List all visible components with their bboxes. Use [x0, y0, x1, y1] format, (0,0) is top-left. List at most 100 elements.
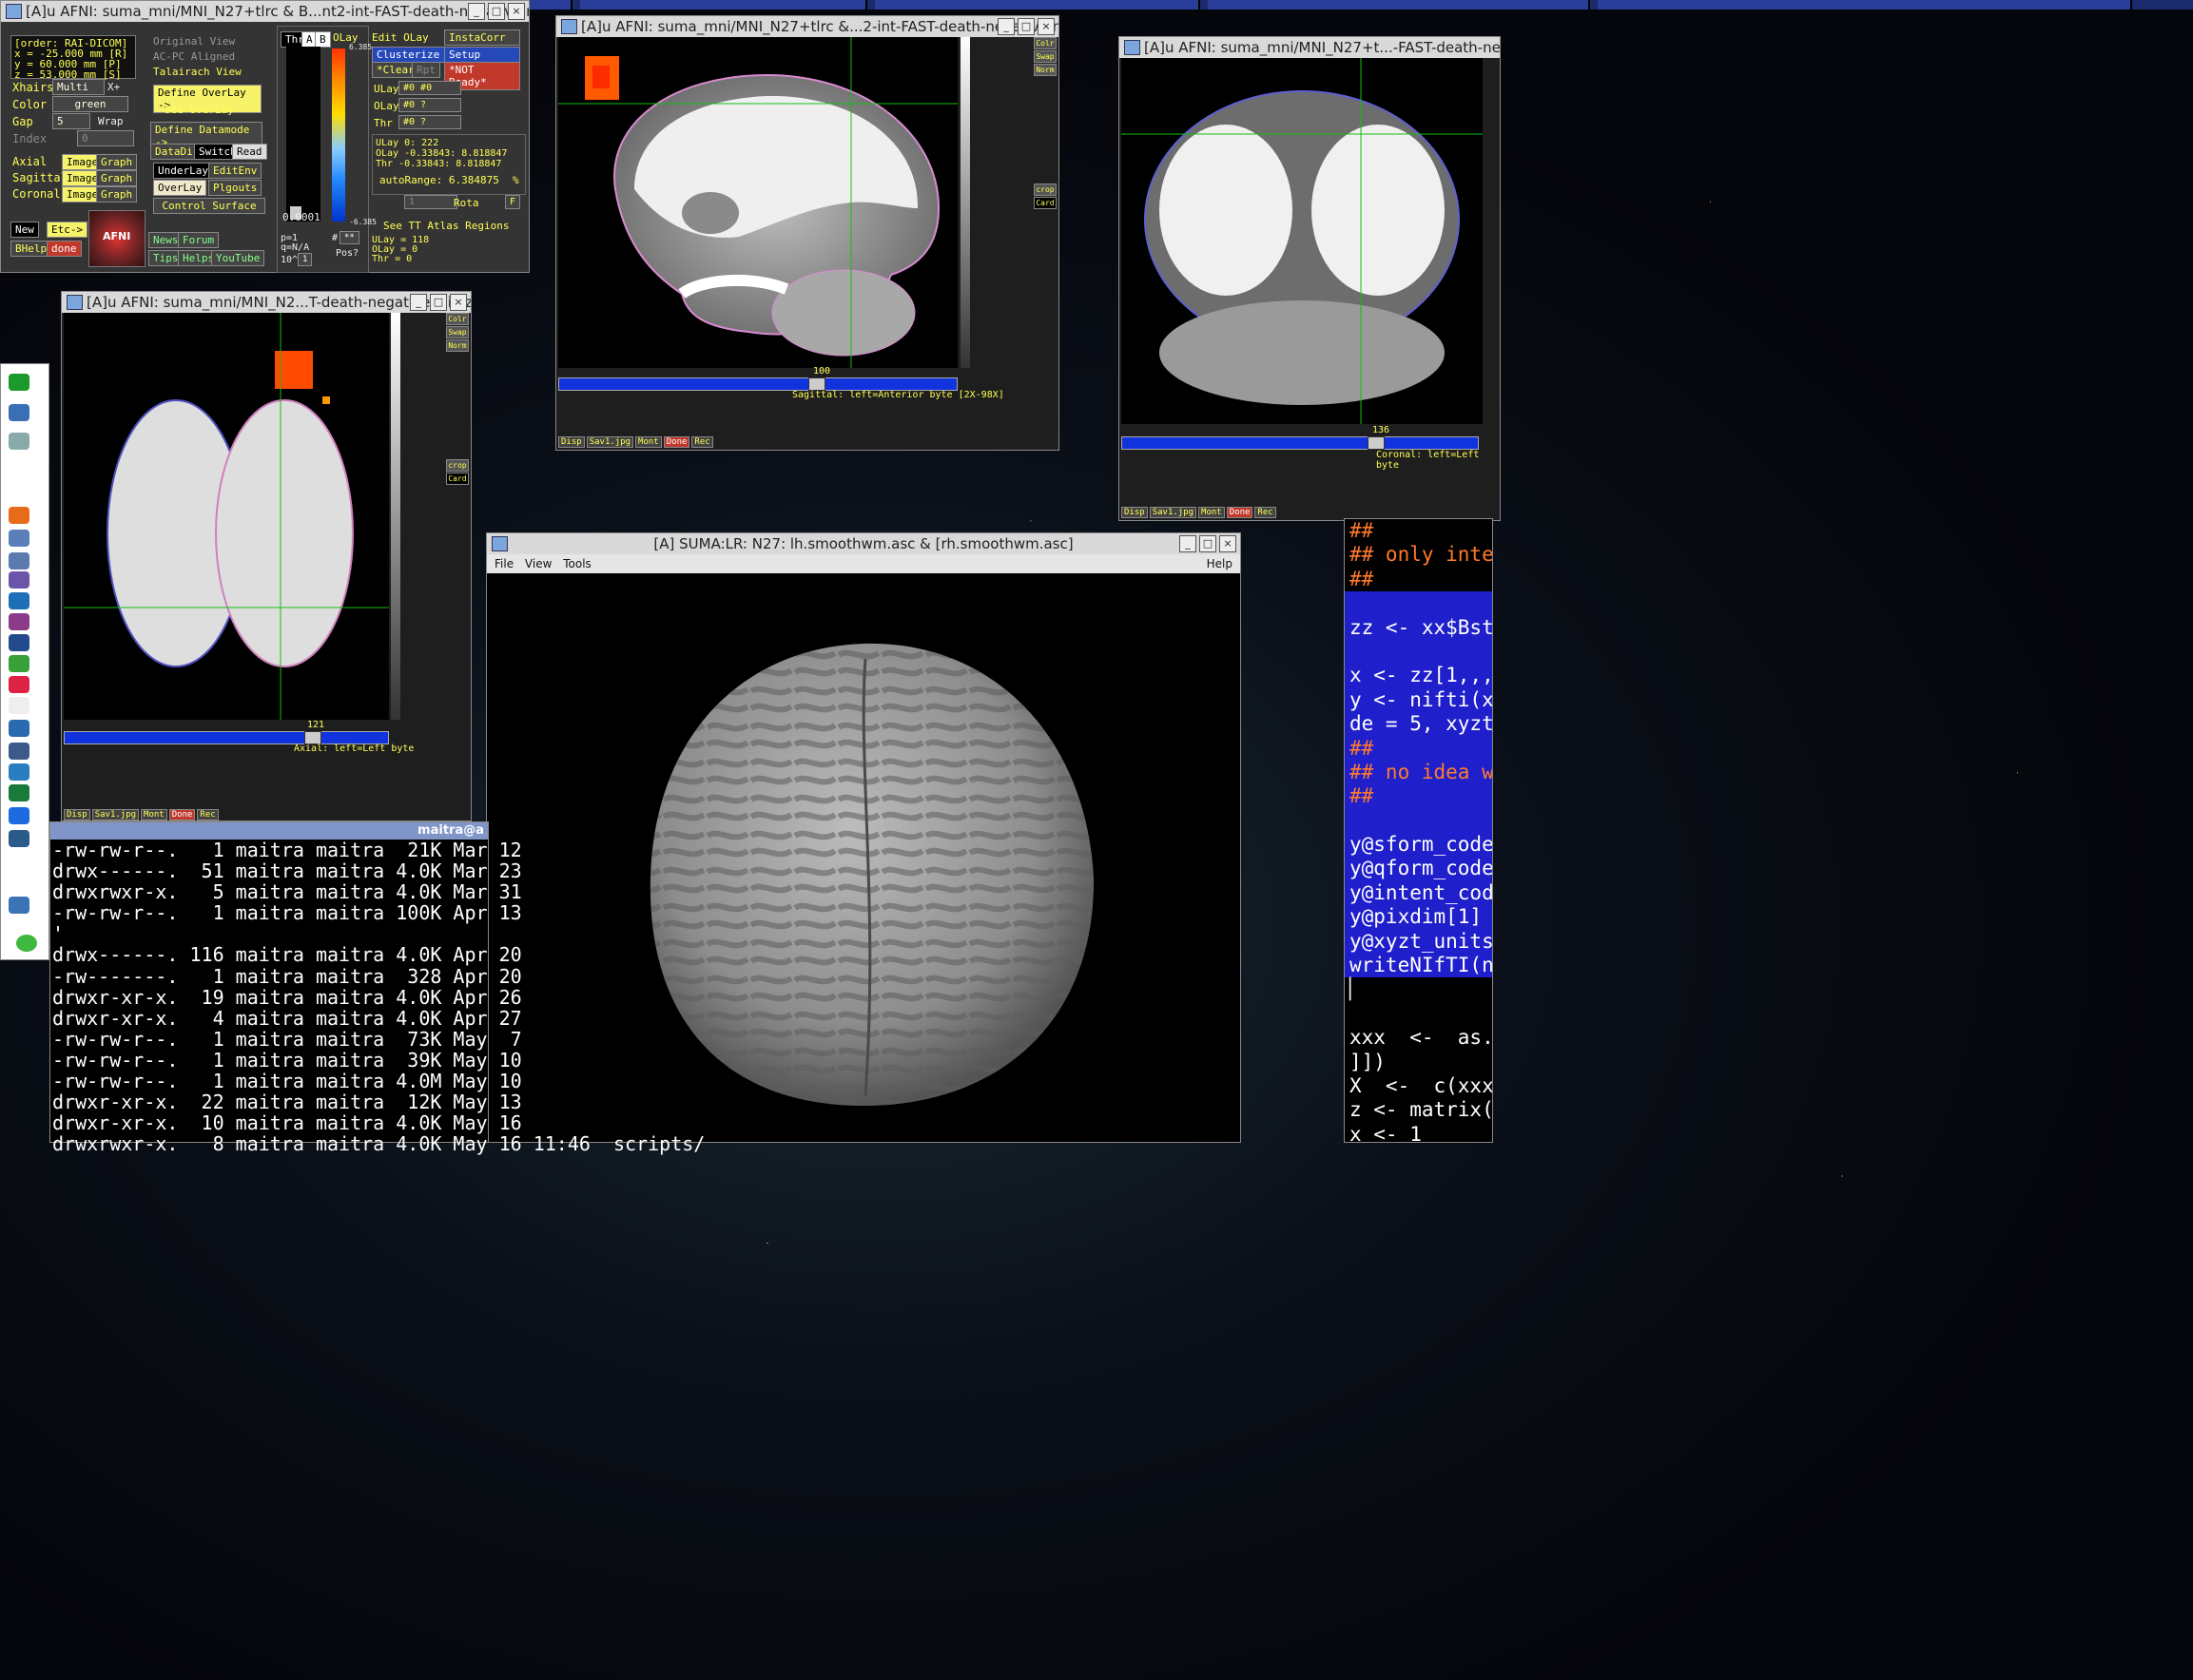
scanner-icon[interactable] — [9, 830, 29, 847]
crop-button[interactable]: crop — [1034, 183, 1057, 196]
xhairs-select[interactable]: Multi — [52, 79, 105, 95]
mont-button[interactable]: Mont — [141, 809, 167, 821]
document-icon[interactable] — [9, 697, 29, 714]
slice-slider-thumb[interactable] — [1368, 436, 1385, 450]
grayscale-bar[interactable] — [961, 37, 970, 368]
editenv-button[interactable]: EditEnv — [208, 163, 262, 179]
done-button[interactable]: Done — [168, 809, 196, 821]
color-select[interactable]: green — [52, 96, 128, 112]
code-editor-window[interactable]: ## ## only inte ## zz <- xx$Bst x <- zz[1,… — [1344, 518, 1493, 1143]
maximize-button[interactable]: □ — [1018, 18, 1035, 35]
sagittal-graph-button[interactable]: Graph — [96, 170, 138, 186]
sphere-icon[interactable] — [9, 613, 29, 630]
olay-select[interactable]: #0 ? — [398, 98, 461, 112]
window-titlebar[interactable]: [A]u AFNI: suma_mni/MNI_N27+tlrc &...2-i… — [556, 16, 1058, 37]
thr-select[interactable]: #0 ? — [398, 115, 461, 129]
minimize-button[interactable]: _ — [410, 294, 427, 311]
small-globe-icon[interactable] — [9, 897, 29, 914]
rec-button[interactable]: Rec — [1254, 507, 1276, 518]
view-talairach[interactable]: Talairach View — [153, 66, 242, 78]
earth-icon[interactable] — [9, 784, 29, 801]
maximize-button[interactable]: □ — [430, 294, 447, 311]
percent-toggle[interactable]: % — [513, 174, 519, 186]
disp-button[interactable]: Disp — [1121, 507, 1148, 518]
globe-icon[interactable] — [9, 763, 29, 781]
view-original[interactable]: Original View — [153, 35, 235, 48]
index-field[interactable]: 0 — [77, 130, 134, 146]
rec-button[interactable]: Rec — [691, 436, 713, 448]
disp-button[interactable]: Disp — [64, 809, 90, 821]
new-button[interactable]: New — [10, 222, 39, 238]
read-button[interactable]: Read — [232, 144, 267, 160]
save-button[interactable]: Sav1.jpg — [1149, 507, 1197, 518]
colr-button[interactable]: Colr — [446, 313, 469, 325]
plugouts-button[interactable]: Plgouts — [208, 180, 262, 196]
thr-b-button[interactable]: B — [315, 31, 331, 48]
leaf-icon[interactable] — [9, 655, 29, 672]
maximize-button[interactable]: □ — [1199, 535, 1216, 552]
control-surface-button[interactable]: Control Surface — [153, 198, 265, 214]
window-titlebar[interactable]: [A]u AFNI: suma_mni/MNI_N27+t...-FAST-de… — [1119, 37, 1500, 58]
save-button[interactable]: Sav1.jpg — [91, 809, 140, 821]
people-icon[interactable] — [9, 552, 29, 570]
network-bars-icon[interactable] — [9, 404, 29, 421]
slice-slider-thumb[interactable] — [808, 377, 825, 391]
chat-icon[interactable] — [9, 571, 29, 589]
rpt-button[interactable]: Rpt — [412, 62, 440, 78]
done-button[interactable]: Done — [663, 436, 690, 448]
see-tt-atlas-toggle[interactable]: See TT Atlas Regions — [383, 220, 509, 232]
window-titlebar[interactable]: [A] SUMA:LR: N27: lh.smoothwm.asc & [rh.… — [487, 533, 1240, 554]
lock-icon[interactable] — [9, 634, 29, 651]
green-ball-icon[interactable] — [16, 935, 37, 952]
etc-button[interactable]: Etc-> — [47, 222, 88, 238]
suma-render-canvas[interactable] — [487, 573, 1240, 1142]
mont-button[interactable]: Mont — [1198, 507, 1225, 518]
coronal-graph-button[interactable]: Graph — [96, 186, 138, 203]
f-button[interactable]: F — [505, 195, 521, 209]
close-button[interactable]: × — [1219, 535, 1236, 552]
xplus-toggle[interactable]: X+ — [107, 81, 120, 93]
norm-button[interactable]: Norm — [446, 339, 469, 352]
youtube-button[interactable]: YouTube — [211, 250, 265, 266]
slice-slider[interactable] — [64, 731, 389, 744]
terminal-titlebar[interactable]: maitra@a — [50, 822, 488, 840]
close-button[interactable]: × — [508, 3, 525, 20]
swap-button[interactable]: Swap — [1034, 50, 1057, 63]
minimize-button[interactable]: _ — [468, 3, 485, 20]
bhelp-button[interactable]: BHelp — [10, 241, 52, 257]
crop-button[interactable]: crop — [446, 459, 469, 472]
coronal-image[interactable] — [1121, 58, 1483, 424]
gap-select[interactable]: 5 — [52, 113, 90, 129]
terminal-output[interactable]: -rw-rw-r--. 1 maitra maitra 21K Mar 12 d… — [50, 840, 705, 1154]
done-button[interactable]: done — [47, 241, 82, 257]
overlay-button[interactable]: OverLay — [153, 180, 207, 196]
rota-field[interactable]: 1 — [404, 195, 457, 209]
slice-slider[interactable] — [1121, 436, 1479, 450]
mont-button[interactable]: Mont — [635, 436, 662, 448]
view-acpc[interactable]: AC-PC Aligned — [153, 50, 235, 63]
axial-image[interactable] — [64, 313, 389, 720]
close-button[interactable]: × — [450, 294, 467, 311]
save-button[interactable]: Sav1.jpg — [586, 436, 634, 448]
menu-help[interactable]: Help — [1207, 554, 1232, 573]
minimize-button[interactable]: _ — [1179, 535, 1196, 552]
window-titlebar[interactable]: [A]u AFNI: suma_mni/MNI_N2...T-death-neg… — [62, 292, 471, 313]
see-overlay-toggle[interactable]: See OverLay — [165, 104, 234, 116]
clusterize-button[interactable]: Clusterize — [372, 47, 446, 63]
hash-select[interactable]: ** — [340, 231, 359, 244]
zoom-icon[interactable] — [9, 807, 29, 824]
volume-icon[interactable] — [9, 433, 29, 450]
cube-icon[interactable] — [9, 592, 29, 609]
firefox-icon[interactable] — [9, 507, 29, 524]
printer-icon[interactable] — [9, 743, 29, 760]
axial-graph-button[interactable]: Graph — [96, 154, 138, 170]
battery-icon[interactable] — [9, 374, 29, 391]
sagittal-image[interactable] — [558, 37, 958, 368]
card-button[interactable]: Card — [1034, 197, 1057, 209]
wrap-toggle[interactable]: Wrap — [98, 115, 124, 127]
minimize-button[interactable]: _ — [998, 18, 1015, 35]
ten-pow-select[interactable]: 1 — [298, 253, 313, 266]
menu-file[interactable]: File — [495, 557, 514, 570]
window-titlebar[interactable]: [A]u AFNI: suma_mni/MNI_N27+tlrc & B...n… — [1, 1, 529, 22]
instacorr-select[interactable]: InstaCorr — [444, 29, 520, 46]
